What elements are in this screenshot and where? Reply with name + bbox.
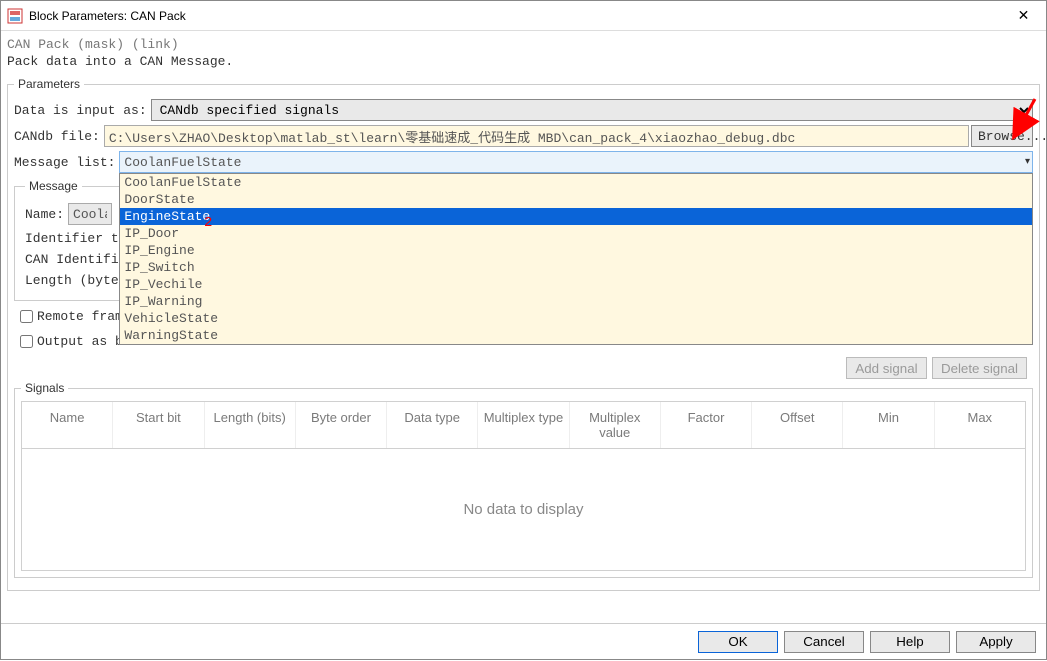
close-button[interactable]: ✕ [1001, 1, 1046, 31]
message-list-dropdown: CoolanFuelStateDoorStateEngineStateIP_Do… [119, 173, 1033, 345]
signals-column-header: Multiplex value [570, 402, 661, 448]
signals-column-header: Start bit [113, 402, 204, 448]
message-list-option[interactable]: EngineState [120, 208, 1032, 225]
signals-group: Signals NameStart bitLength (bits)Byte o… [14, 381, 1033, 578]
data-input-select[interactable]: CANdb specified signals [151, 99, 1033, 121]
signals-table-header: NameStart bitLength (bits)Byte orderData… [22, 402, 1025, 449]
name-input[interactable] [68, 203, 112, 225]
data-input-label: Data is input as: [14, 103, 147, 118]
message-list-option[interactable]: IP_Door [120, 225, 1032, 242]
signals-table-body: No data to display [22, 449, 1025, 570]
message-list-option[interactable]: VehicleState [120, 310, 1032, 327]
candb-file-input[interactable] [104, 125, 969, 147]
signals-table: NameStart bitLength (bits)Byte orderData… [21, 401, 1026, 571]
message-list-option[interactable]: DoorState [120, 191, 1032, 208]
message-legend: Message [25, 179, 82, 193]
signals-legend: Signals [21, 381, 68, 395]
delete-signal-button[interactable]: Delete signal [932, 357, 1027, 379]
content-area: CAN Pack (mask) (link) Pack data into a … [1, 31, 1046, 591]
signals-column-header: Min [843, 402, 934, 448]
message-list-option[interactable]: CoolanFuelState [120, 174, 1032, 191]
close-icon: ✕ [1018, 7, 1030, 24]
message-list-option[interactable]: IP_Warning [120, 293, 1032, 310]
help-button[interactable]: Help [870, 631, 950, 653]
parameters-group: Parameters Data is input as: CANdb speci… [7, 77, 1040, 591]
cancel-button[interactable]: Cancel [784, 631, 864, 653]
signals-column-header: Byte order [296, 402, 387, 448]
signals-column-header: Name [22, 402, 113, 448]
browse-button[interactable]: Browse... [971, 125, 1033, 147]
apply-button[interactable]: Apply [956, 631, 1036, 653]
message-list-selected-text: CoolanFuelState [124, 155, 241, 170]
parameters-legend: Parameters [14, 77, 84, 91]
output-as-bus-checkbox[interactable] [20, 335, 33, 348]
signals-column-header: Factor [661, 402, 752, 448]
signals-column-header: Max [935, 402, 1025, 448]
signals-column-header: Offset [752, 402, 843, 448]
app-icon [7, 8, 23, 24]
remote-frame-label: Remote frame [37, 309, 131, 324]
data-input-row: Data is input as: CANdb specified signal… [14, 99, 1033, 121]
identifier-type-label: Identifier ty [25, 231, 126, 246]
signals-column-header: Data type [387, 402, 478, 448]
message-list-row: Message list: CoolanFuelState ▾ CoolanFu… [14, 151, 1033, 173]
name-label: Name: [25, 207, 64, 222]
message-list-option[interactable]: IP_Engine [120, 242, 1032, 259]
signals-empty-text: No data to display [463, 501, 583, 518]
mask-link-line: CAN Pack (mask) (link) [7, 37, 1040, 52]
message-list-label: Message list: [14, 155, 115, 170]
message-list-option[interactable]: IP_Switch [120, 259, 1032, 276]
length-label: Length (bytes [25, 273, 126, 288]
candb-file-row: CANdb file: Browse... [14, 125, 1033, 147]
message-list-option[interactable]: WarningState [120, 327, 1032, 344]
signals-column-header: Multiplex type [478, 402, 569, 448]
window-title: Block Parameters: CAN Pack [29, 9, 1001, 23]
ok-button[interactable]: OK [698, 631, 778, 653]
remote-frame-checkbox[interactable] [20, 310, 33, 323]
candb-file-label: CANdb file: [14, 129, 100, 144]
signals-column-header: Length (bits) [205, 402, 296, 448]
message-list-select[interactable]: CoolanFuelState ▾ [119, 151, 1033, 173]
chevron-down-icon: ▾ [1025, 156, 1030, 168]
add-signal-button[interactable]: Add signal [846, 357, 926, 379]
can-identifier-label: CAN Identifie [25, 252, 126, 267]
description-line: Pack data into a CAN Message. [7, 54, 1040, 69]
titlebar: Block Parameters: CAN Pack ✕ [1, 1, 1046, 31]
message-list-option[interactable]: IP_Vechile [120, 276, 1032, 293]
bottom-bar: OK Cancel Help Apply [1, 623, 1046, 659]
